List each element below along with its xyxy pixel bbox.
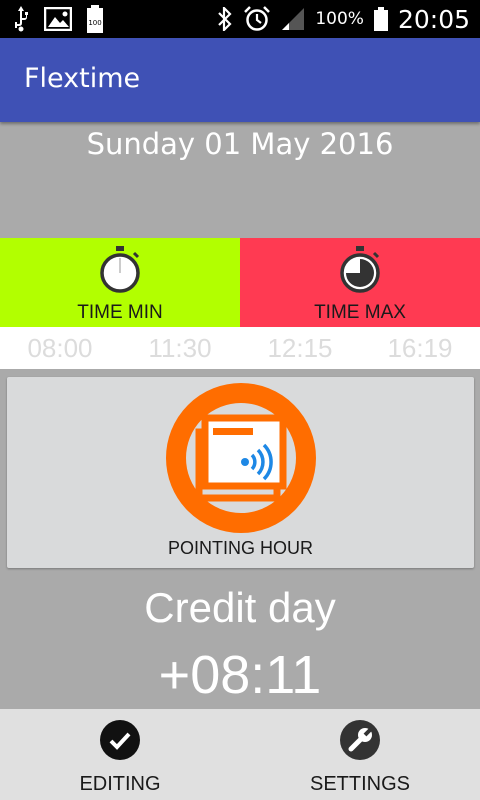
- stopwatch-full-icon: [340, 246, 380, 293]
- time-entry[interactable]: 12:15: [250, 333, 350, 364]
- alarm-clock-icon: [244, 6, 271, 31]
- bluetooth-icon: [218, 7, 232, 31]
- image-icon: [44, 7, 72, 31]
- stopwatch-empty-icon: [100, 246, 140, 293]
- app-title: Flextime: [24, 63, 141, 94]
- time-min-label: TIME MIN: [77, 302, 163, 323]
- status-bar: 100 100% 20:05: [0, 0, 480, 38]
- nfc-card-icon: [166, 383, 316, 533]
- editing-label: EDITING: [79, 773, 161, 795]
- check-circle-icon: [100, 720, 140, 760]
- date-area: Sunday 01 May 2016: [0, 122, 480, 238]
- battery-icon-level: 100: [88, 19, 101, 27]
- time-min-button[interactable]: TIME MIN: [0, 238, 240, 327]
- battery-percent: 100%: [315, 9, 364, 29]
- time-panels: TIME MIN TIME MAX: [0, 238, 480, 327]
- current-date[interactable]: Sunday 01 May 2016: [0, 127, 480, 161]
- time-max-button[interactable]: TIME MAX: [240, 238, 480, 327]
- clock: 20:05: [397, 4, 470, 34]
- signal-icon: [282, 8, 305, 30]
- pointing-hour-button[interactable]: POINTING HOUR: [7, 377, 474, 568]
- credit-day-value: +08:11: [158, 645, 322, 705]
- settings-label: SETTINGS: [309, 773, 410, 795]
- time-entry[interactable]: 11:30: [130, 333, 230, 364]
- credit-day-label: Credit day: [144, 584, 336, 631]
- time-entry[interactable]: 08:00: [10, 333, 110, 364]
- usb-icon: [15, 6, 28, 32]
- editing-button[interactable]: EDITING: [0, 709, 240, 800]
- settings-button[interactable]: SETTINGS: [240, 709, 480, 800]
- bottom-navigation: EDITING SETTINGS: [0, 709, 480, 800]
- battery-icon: [373, 7, 388, 31]
- wrench-icon: [340, 720, 380, 760]
- recorded-times: 08:00 11:30 12:15 16:19: [0, 327, 480, 369]
- notification-icons: 100: [12, 4, 104, 34]
- app-bar: Flextime: [0, 38, 480, 122]
- time-max-label: TIME MAX: [314, 302, 406, 323]
- battery-full-icon: 100: [87, 5, 103, 33]
- system-icons: 100% 20:05: [217, 0, 470, 38]
- pointing-hour-label: POINTING HOUR: [167, 538, 313, 558]
- time-entry[interactable]: 16:19: [370, 333, 470, 364]
